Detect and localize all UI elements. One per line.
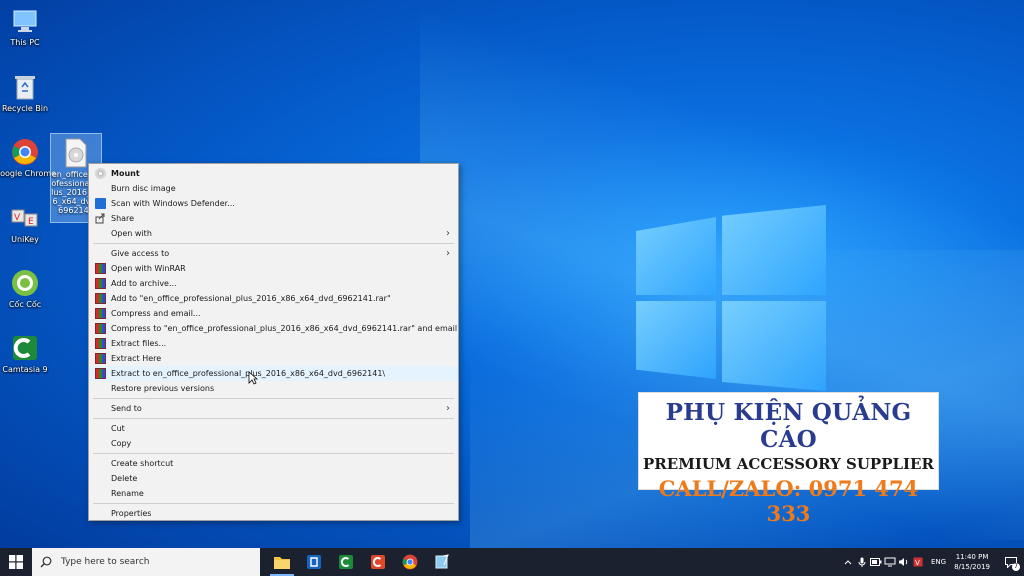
menu-item-create-shortcut[interactable]: Create shortcut (89, 456, 458, 471)
menu-item-extract-here[interactable]: Extract Here (89, 351, 458, 366)
camtasia-icon (9, 333, 41, 363)
desktop-icon-label: This PC (10, 38, 40, 47)
chevron-right-icon: › (446, 248, 450, 259)
chevron-right-icon: › (446, 403, 450, 414)
desktop-icon-label: Recycle Bin (1, 104, 49, 113)
ad-subtitle: PREMIUM ACCESSORY SUPPLIER (643, 455, 934, 473)
winrar-icon (95, 293, 106, 304)
winrar-icon (95, 308, 106, 319)
windows-start-icon (9, 555, 23, 569)
windows-defender-shield-icon (95, 198, 106, 209)
ad-phone: CALL/ZALO: 0971 474 333 (658, 476, 919, 526)
menu-separator (93, 503, 454, 504)
ad-banner: PHỤ KIỆN QUẢNG CÁO PREMIUM ACCESSORY SUP… (638, 392, 939, 526)
notepad-icon (435, 554, 449, 569)
winrar-icon (95, 263, 106, 274)
vietnamese-input-icon[interactable]: V (911, 548, 925, 576)
desktop-icon-label: Camtasia 9 (2, 365, 48, 374)
notification-badge: 7 (1012, 563, 1020, 571)
taskbar-file-explorer[interactable] (266, 548, 298, 576)
menu-item-add-to-rar[interactable]: Add to "en_office_professional_plus_2016… (89, 291, 458, 306)
menu-item-restore-previous-versions[interactable]: Restore previous versions (89, 381, 458, 396)
menu-item-mount[interactable]: Mount (89, 166, 458, 181)
volume-icon[interactable] (897, 548, 911, 576)
search-placeholder: Type here to search (61, 557, 150, 567)
desktop-icon-this-pc[interactable]: This PC (0, 6, 60, 48)
menu-item-rename[interactable]: Rename (89, 486, 458, 501)
menu-item-send-to[interactable]: Send to › (89, 401, 458, 416)
folder-icon (274, 557, 290, 569)
menu-item-compress-to-rar-and-email[interactable]: Compress to "en_office_professional_plus… (89, 321, 458, 336)
menu-item-properties[interactable]: Properties (89, 506, 458, 521)
menu-item-cut[interactable]: Cut (89, 421, 458, 436)
taskbar-notepad[interactable] (426, 548, 458, 576)
desktop-icon-label: Cốc Cốc (8, 300, 42, 309)
action-center-button[interactable]: 7 (998, 548, 1024, 576)
recorder-icon (371, 555, 385, 569)
winrar-icon (95, 278, 106, 289)
menu-item-add-to-archive[interactable]: Add to archive... (89, 276, 458, 291)
app-icon (307, 555, 321, 569)
search-icon (40, 556, 52, 568)
menu-separator (93, 398, 454, 399)
system-tray: V ENG 11:40 PM 8/15/2019 7 (841, 548, 1024, 576)
winrar-icon (95, 323, 106, 334)
taskbar-chrome[interactable] (394, 548, 426, 576)
disc-image-file-icon (63, 138, 89, 168)
recycle-bin-icon (9, 72, 41, 102)
menu-item-scan-windows-defender[interactable]: Scan with Windows Defender... (89, 196, 458, 211)
taskbar-app-blue[interactable] (298, 548, 330, 576)
context-menu: Mount Burn disc image Scan with Windows … (88, 163, 459, 521)
coc-coc-icon (9, 268, 41, 298)
disc-icon (95, 168, 106, 179)
menu-item-burn-disc-image[interactable]: Burn disc image (89, 181, 458, 196)
ad-title: PHỤ KIỆN QUẢNG CÁO (665, 399, 912, 453)
menu-separator (93, 243, 454, 244)
taskbar-search-box[interactable]: Type here to search (32, 548, 260, 576)
chrome-icon (402, 554, 418, 570)
desktop-icon-camtasia[interactable]: Camtasia 9 (0, 333, 60, 375)
network-icon[interactable] (883, 548, 897, 576)
mouse-cursor-icon (248, 370, 259, 385)
desktop-icon-recycle-bin[interactable]: Recycle Bin (0, 72, 60, 114)
input-language[interactable]: ENG (931, 558, 946, 566)
winrar-icon (95, 368, 106, 379)
menu-item-copy[interactable]: Copy (89, 436, 458, 451)
chevron-right-icon: › (446, 228, 450, 239)
svg-text:V: V (915, 559, 920, 567)
menu-separator (93, 418, 454, 419)
taskbar-camtasia-recorder[interactable] (362, 548, 394, 576)
taskbar-clock[interactable]: 11:40 PM 8/15/2019 (954, 552, 990, 572)
svg-text:V: V (14, 213, 21, 223)
clock-date: 8/15/2019 (954, 563, 990, 571)
chevron-up-icon[interactable] (841, 548, 855, 576)
clock-time: 11:40 PM (955, 553, 989, 561)
taskbar-camtasia[interactable] (330, 548, 362, 576)
winrar-icon (95, 353, 106, 364)
menu-item-extract-files[interactable]: Extract files... (89, 336, 458, 351)
battery-icon[interactable] (869, 548, 883, 576)
menu-item-compress-and-email[interactable]: Compress and email... (89, 306, 458, 321)
menu-item-share[interactable]: Share (89, 211, 458, 226)
windows-logo-wallpaper (636, 205, 826, 395)
desktop-icon-label: UniKey (11, 235, 39, 244)
menu-separator (93, 453, 454, 454)
taskbar: Type here to search V ENG 11:40 PM 8/15/… (0, 548, 1024, 576)
menu-item-extract-to-folder[interactable]: Extract to en_office_professional_plus_2… (89, 366, 458, 381)
computer-icon (9, 6, 41, 36)
share-icon (95, 213, 106, 224)
svg-text:E: E (28, 217, 34, 227)
winrar-icon (95, 338, 106, 349)
menu-item-delete[interactable]: Delete (89, 471, 458, 486)
camtasia-icon (339, 555, 353, 569)
chrome-icon (9, 137, 41, 167)
unikey-icon: VE (9, 203, 41, 233)
desktop-icon-coc-coc[interactable]: Cốc Cốc (0, 268, 60, 310)
microphone-icon[interactable] (855, 548, 869, 576)
start-button[interactable] (0, 548, 32, 576)
menu-item-open-with[interactable]: Open with › (89, 226, 458, 241)
menu-item-open-with-winrar[interactable]: Open with WinRAR (89, 261, 458, 276)
menu-item-give-access-to[interactable]: Give access to › (89, 246, 458, 261)
